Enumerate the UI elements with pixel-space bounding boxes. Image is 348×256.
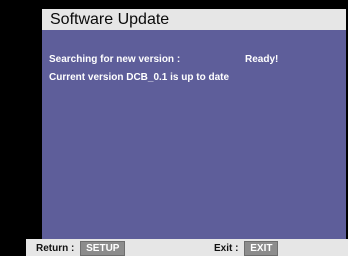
exit-label: Exit : — [214, 243, 239, 254]
software-update-screen: Software Update Searching for new versio… — [0, 0, 348, 256]
title-bar: Software Update — [42, 9, 346, 30]
left-frame-bar — [26, 0, 42, 256]
return-label: Return : — [36, 243, 75, 254]
exit-key-button[interactable]: EXIT — [244, 241, 279, 256]
search-status-value: Ready! — [245, 54, 279, 65]
return-hint: Return : SETUP — [36, 241, 126, 256]
setup-key-button[interactable]: SETUP — [80, 241, 126, 256]
exit-hint: Exit : EXIT — [214, 241, 279, 256]
current-version-message: Current version DCB_0.1 is up to date — [49, 72, 230, 83]
search-status-row: Searching for new version : Ready! — [49, 54, 339, 68]
content-panel: Searching for new version : Ready! Curre… — [42, 30, 346, 239]
search-label: Searching for new version : — [49, 54, 181, 65]
footer-bar: Return : SETUP Exit : EXIT — [26, 239, 348, 256]
page-title: Software Update — [50, 11, 170, 28]
